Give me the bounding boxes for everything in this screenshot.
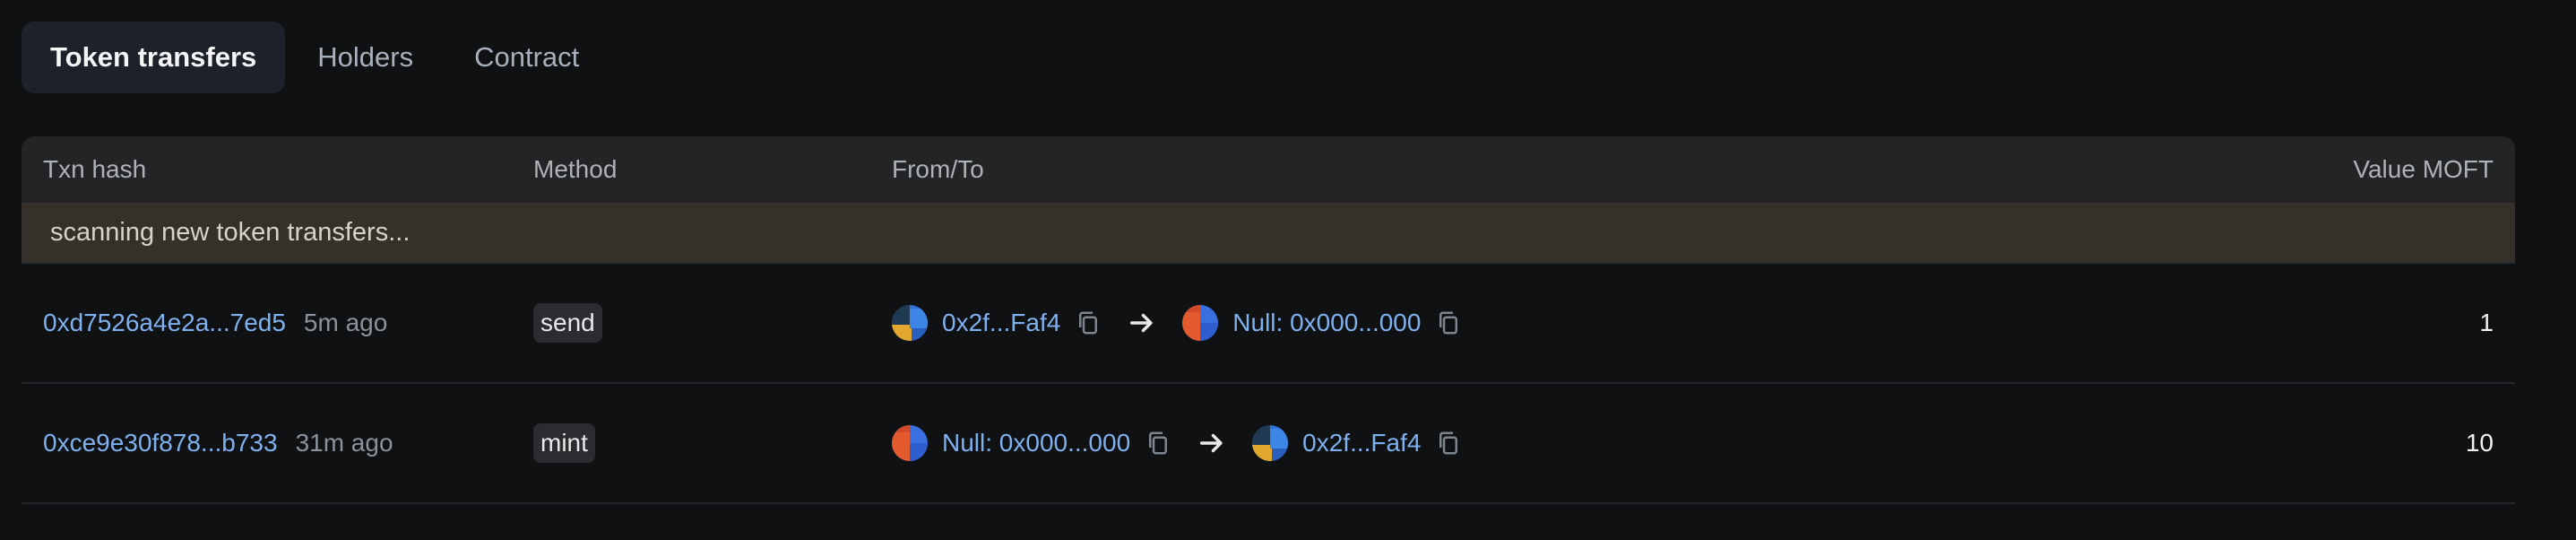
copy-icon[interactable]: [1145, 430, 1171, 457]
address-avatar: [1182, 305, 1218, 341]
token-page: Token transfers Holders Contract Txn has…: [0, 0, 2576, 540]
copy-icon[interactable]: [1435, 430, 1462, 457]
txn-age: 5m ago: [303, 309, 388, 336]
to-address-link[interactable]: 0x2f...Faf4: [1302, 429, 1421, 457]
tab-token-transfers[interactable]: Token transfers: [22, 22, 286, 93]
from-address-link[interactable]: 0x2f...Faf4: [942, 309, 1060, 337]
header-value: Value MOFT: [2353, 155, 2494, 183]
transfer-value: 1: [2479, 309, 2494, 336]
header-from-to: From/To: [892, 155, 984, 183]
txn-age: 31m ago: [295, 429, 393, 457]
table-header: Txn hash Method From/To Value MOFT: [22, 136, 2515, 203]
transfer-value: 10: [2465, 429, 2494, 457]
tab-contract[interactable]: Contract: [445, 22, 608, 93]
address-avatar: [892, 305, 928, 341]
method-badge: mint: [533, 423, 595, 463]
token-transfers-table: Txn hash Method From/To Value MOFT scann…: [22, 136, 2515, 504]
address-avatar: [892, 425, 928, 461]
arrow-right-icon: [1127, 308, 1157, 338]
header-method: Method: [533, 155, 618, 183]
to-address-link[interactable]: Null: 0x000...000: [1232, 309, 1421, 337]
method-badge: send: [533, 303, 602, 343]
tab-holders[interactable]: Holders: [289, 22, 442, 93]
address-avatar: [1252, 425, 1288, 461]
from-address-link[interactable]: Null: 0x000...000: [942, 429, 1130, 457]
copy-icon[interactable]: [1435, 309, 1462, 336]
txn-hash-link[interactable]: 0xce9e30f878...b733: [43, 429, 278, 457]
txn-hash-link[interactable]: 0xd7526a4e2a...7ed5: [43, 309, 286, 337]
tab-bar: Token transfers Holders Contract: [22, 22, 608, 93]
header-txn-hash: Txn hash: [43, 155, 147, 183]
scanning-banner: scanning new token transfers...: [22, 203, 2515, 264]
arrow-right-icon: [1197, 428, 1227, 458]
table-row: 0xd7526a4e2a...7ed5 5m ago send 0x2f...F…: [22, 264, 2515, 384]
copy-icon[interactable]: [1075, 309, 1102, 336]
table-row: 0xce9e30f878...b733 31m ago mint Null: 0…: [22, 384, 2515, 504]
